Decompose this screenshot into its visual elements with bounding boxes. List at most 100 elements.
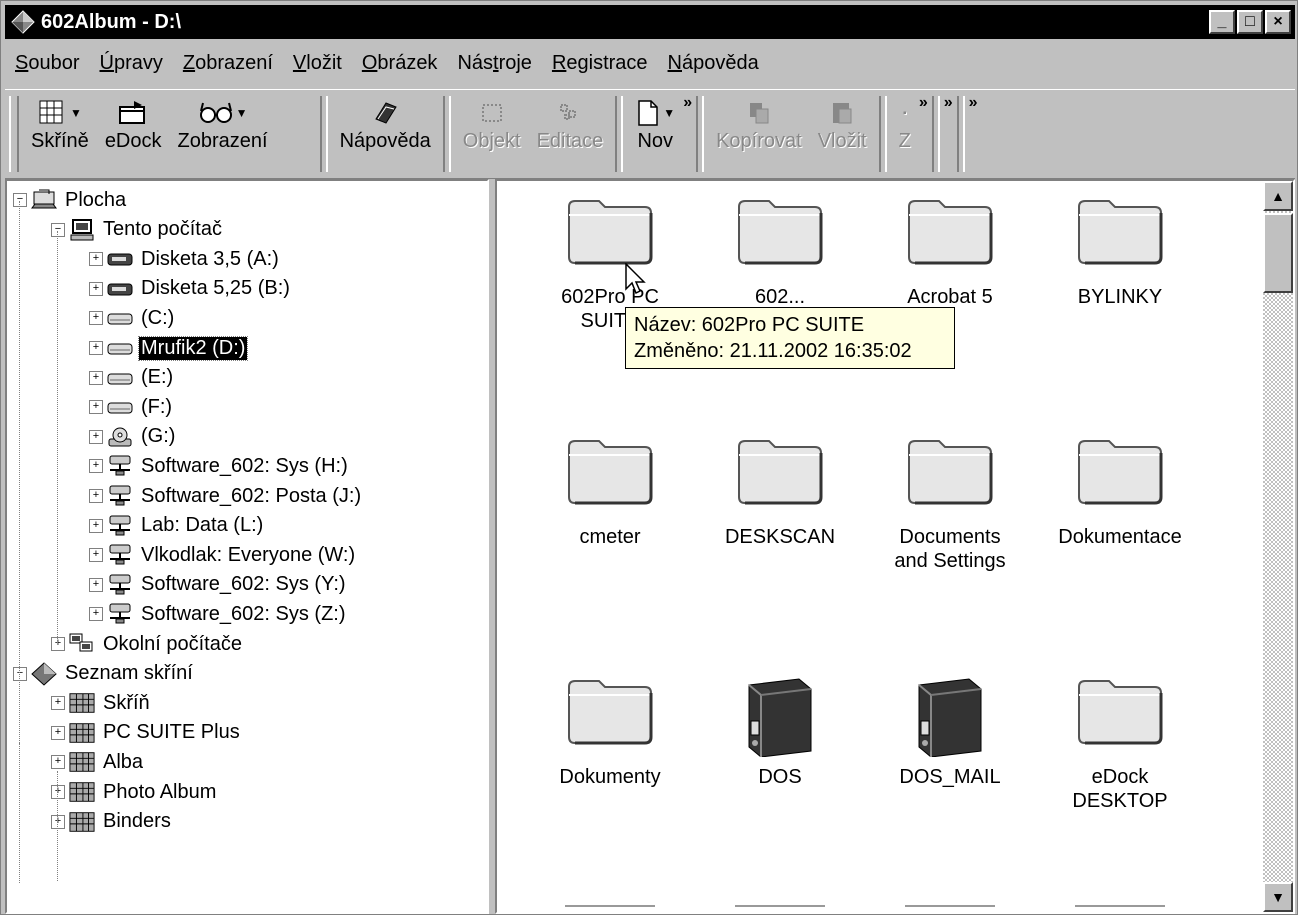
tree-item-drive[interactable]: + Lab: Data (L:) bbox=[89, 511, 265, 541]
tree-item-drive[interactable]: + Vlkodlak: Everyone (W:) bbox=[89, 540, 357, 570]
tree-item-plocha[interactable]: − Plocha bbox=[13, 185, 128, 215]
zobrazeni-button[interactable]: ▼ Zobrazení bbox=[170, 90, 276, 178]
folder-item[interactable]: 602... bbox=[695, 197, 865, 309]
napoveda-button[interactable]: Nápověda bbox=[332, 90, 439, 178]
tree-item-label: Disketa 5,25 (B:) bbox=[141, 277, 290, 300]
maximize-button[interactable]: □ bbox=[1237, 10, 1263, 34]
folder-item[interactable]: eDock DESKTOP bbox=[1035, 677, 1205, 813]
content-pane[interactable]: ▲ ▼ 602Pro PC SUITE 602... Acrobat 5 BYLINKY… bbox=[495, 179, 1295, 914]
tree-item-tento-pocitac[interactable]: − Tento počítač bbox=[51, 215, 224, 245]
tree-item-drive[interactable]: + Software_602: Sys (Z:) bbox=[89, 599, 348, 629]
expand-icon[interactable]: + bbox=[89, 341, 103, 355]
menu-item[interactable]: Úpravy bbox=[90, 45, 173, 81]
objekt-button[interactable]: Objekt bbox=[455, 90, 529, 178]
toolbar-overflow-chevron[interactable]: » bbox=[969, 94, 978, 112]
tree-item-drive[interactable]: + (F:) bbox=[89, 392, 174, 422]
folder-tree-pane[interactable]: − Plocha − Tento počítač + Disketa 3,5 (A:) + D… bbox=[5, 179, 489, 914]
folder-icon bbox=[1075, 197, 1165, 267]
menu-item[interactable]: Registrace bbox=[542, 45, 658, 81]
collapse-icon[interactable]: − bbox=[13, 193, 27, 207]
folder-item[interactable]: Dokumenty bbox=[525, 677, 695, 789]
toolbar-separator bbox=[696, 96, 705, 172]
z-button[interactable]: ▪ Z bbox=[891, 90, 919, 178]
tree-item-drive[interactable]: + Software_602: Posta (J:) bbox=[89, 481, 363, 511]
folder-item[interactable]: Documents and Settings bbox=[865, 437, 1035, 573]
expand-icon[interactable]: + bbox=[89, 518, 103, 533]
expand-icon[interactable]: + bbox=[89, 400, 103, 415]
menu-item[interactable]: Vložit bbox=[283, 45, 352, 81]
expand-icon[interactable]: + bbox=[89, 370, 103, 385]
tree-item-drive[interactable]: + Mrufik2 (D:) bbox=[89, 333, 249, 363]
binder-icon bbox=[905, 677, 995, 758]
expand-icon[interactable]: + bbox=[89, 311, 103, 326]
tree-item-cabinet[interactable]: + Skříň bbox=[51, 688, 152, 718]
tree-item-drive[interactable]: + (E:) bbox=[89, 363, 175, 393]
tree-item-drive[interactable]: + Disketa 5,25 (B:) bbox=[89, 274, 292, 304]
tree-item-drive[interactable]: + Software_602: Sys (H:) bbox=[89, 451, 350, 481]
toolbar-overflow-chevron[interactable]: » bbox=[944, 94, 953, 112]
menu-item[interactable]: Nás t roje bbox=[447, 45, 542, 81]
item-label: Acrobat 5 bbox=[865, 285, 1035, 309]
kopirovat-button[interactable]: Kopírovat bbox=[708, 90, 810, 178]
expand-icon[interactable]: + bbox=[51, 637, 65, 651]
skrine-button[interactable]: ▼ Skříně bbox=[23, 90, 97, 178]
menu-item[interactable]: Nápověda bbox=[658, 45, 769, 81]
expand-icon[interactable]: + bbox=[89, 252, 103, 267]
collapse-icon[interactable]: − bbox=[51, 222, 65, 237]
tree-item-okolni-pocitace[interactable]: + Okolní počítače bbox=[51, 629, 244, 659]
menu-bar: Soubor Úpravy Zobrazení Vložit Obrázek Nás t ro… bbox=[5, 41, 1295, 85]
scroll-down-button[interactable]: ▼ bbox=[1263, 882, 1293, 912]
floppy-icon bbox=[107, 277, 133, 301]
expand-icon[interactable]: + bbox=[89, 281, 103, 296]
tree-item-seznam-skrini[interactable]: − Seznam skříní bbox=[13, 659, 195, 689]
tree-item-label: PC SUITE Plus bbox=[103, 721, 240, 744]
expand-icon[interactable]: + bbox=[51, 755, 65, 770]
expand-icon[interactable]: + bbox=[89, 459, 103, 474]
expand-icon[interactable]: + bbox=[89, 489, 103, 503]
folder-item[interactable]: DESKSCAN bbox=[695, 437, 865, 549]
tree-item-cabinet[interactable]: + Binders bbox=[51, 807, 173, 837]
cabinet-icon bbox=[69, 691, 95, 715]
toolbar-overflow-chevron[interactable]: » bbox=[919, 94, 928, 112]
menu-item[interactable]: Soubor bbox=[5, 45, 90, 81]
tree-item-cabinet[interactable]: + Photo Album bbox=[51, 777, 218, 807]
item-label: 602... bbox=[695, 285, 865, 309]
tree-item-label: Okolní počítače bbox=[103, 632, 242, 655]
expand-icon[interactable]: + bbox=[51, 725, 65, 740]
folder-item[interactable]: Acrobat 5 bbox=[865, 197, 1035, 309]
menu-item[interactable]: Zobrazení bbox=[173, 45, 283, 81]
item-label-line1: eDock bbox=[1091, 766, 1149, 788]
edock-button[interactable]: eDock bbox=[97, 90, 170, 178]
close-button[interactable]: × bbox=[1265, 10, 1291, 34]
expand-icon[interactable]: + bbox=[51, 814, 65, 829]
novy-button[interactable]: ▼ Nov bbox=[627, 90, 683, 178]
folder-item[interactable]: cmeter bbox=[525, 437, 695, 549]
tree-item-drive[interactable]: + (G:) bbox=[89, 422, 177, 452]
tree-item-cabinet[interactable]: + Alba bbox=[51, 747, 145, 777]
minimize-button[interactable]: _ bbox=[1209, 10, 1235, 34]
binder-item[interactable]: DOS_MAIL bbox=[865, 677, 1035, 789]
toolbar-overflow-chevron[interactable]: » bbox=[683, 94, 692, 112]
vertical-scrollbar[interactable]: ▲ ▼ bbox=[1263, 181, 1293, 912]
mouse-cursor-icon bbox=[625, 263, 646, 295]
editace-button[interactable]: Editace bbox=[529, 90, 612, 178]
expand-icon[interactable]: + bbox=[51, 785, 65, 799]
menu-item[interactable]: Obrázek bbox=[352, 45, 448, 81]
expand-icon[interactable]: + bbox=[51, 696, 65, 711]
toolbar-grip[interactable] bbox=[9, 96, 19, 172]
tree-item-drive[interactable]: + Software_602: Sys (Y:) bbox=[89, 570, 348, 600]
expand-icon[interactable]: + bbox=[89, 429, 103, 444]
expand-icon[interactable]: + bbox=[89, 577, 103, 592]
scroll-thumb[interactable] bbox=[1263, 213, 1293, 293]
folder-item[interactable]: Dokumentace bbox=[1035, 437, 1205, 549]
binder-item[interactable]: DOS bbox=[695, 677, 865, 789]
expand-icon[interactable]: + bbox=[89, 607, 103, 622]
scroll-up-button[interactable]: ▲ bbox=[1263, 181, 1293, 211]
tree-item-drive[interactable]: + Disketa 3,5 (A:) bbox=[89, 244, 281, 274]
folder-item[interactable]: BYLINKY bbox=[1035, 197, 1205, 309]
vlozit-button[interactable]: Vložit bbox=[810, 90, 875, 178]
tree-item-cabinet[interactable]: + PC SUITE Plus bbox=[51, 718, 242, 748]
collapse-icon[interactable]: − bbox=[13, 666, 27, 681]
expand-icon[interactable]: + bbox=[89, 548, 103, 563]
tree-item-drive[interactable]: + (C:) bbox=[89, 303, 176, 333]
